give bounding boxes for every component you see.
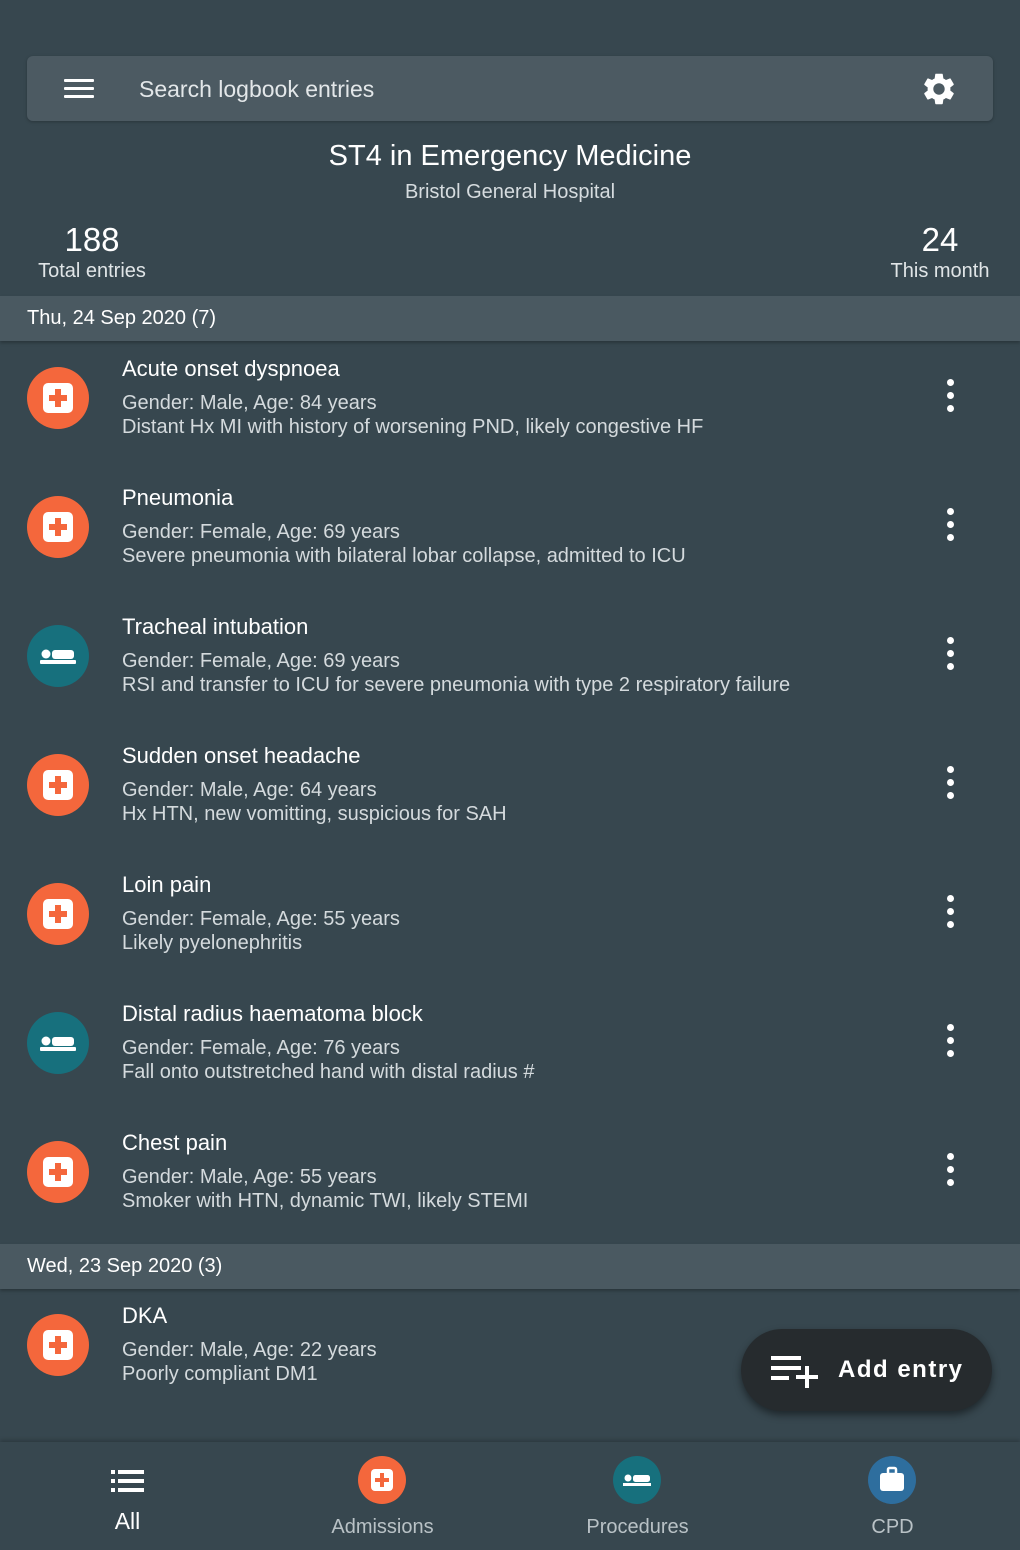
entry-title: DKA [122,1303,168,1328]
logbook-screen: ST4 in Emergency Medicine Bristol Genera… [0,0,1020,1550]
entry-notes: Distant Hx MI with history of worsening … [122,416,704,438]
more-options-icon[interactable] [936,893,966,933]
admission-icon [27,1141,89,1203]
nav-tab-all[interactable]: All [0,1442,255,1550]
entry-patient-info: Gender: Male, Age: 84 years [122,392,377,414]
entry-notes: Fall onto outstretched hand with distal … [122,1061,535,1083]
entry-title: Loin pain [122,872,212,897]
entry-title: Acute onset dyspnoea [122,356,340,381]
date-header-label: Wed, 23 Sep 2020 (3) [27,1255,223,1277]
admission-icon [27,496,89,558]
more-options-icon[interactable] [936,764,966,804]
list-item[interactable]: Chest pain Gender: Male, Age: 55 years S… [0,1115,1020,1244]
bed-icon [27,1012,89,1074]
admission-icon [27,367,89,429]
entry-notes: RSI and transfer to ICU for severe pneum… [122,674,791,696]
gear-icon[interactable] [920,70,958,108]
entry-patient-info: Gender: Female, Age: 69 years [122,650,400,672]
entry-title: Sudden onset headache [122,743,361,768]
page-title: ST4 in Emergency Medicine [328,140,692,172]
entry-patient-info: Gender: Female, Age: 55 years [122,908,400,930]
list-item[interactable]: Pneumonia Gender: Female, Age: 69 years … [0,470,1020,599]
entry-title: Chest pain [122,1130,228,1155]
list-icon [111,1470,144,1492]
entry-notes: Hx HTN, new vomitting, suspicious for SA… [122,803,507,825]
add-entry-label: Add entry [838,1356,964,1383]
nav-label-procedures: Procedures [586,1516,689,1538]
entry-title: Tracheal intubation [122,614,309,639]
more-options-icon[interactable] [936,1151,966,1191]
more-options-icon[interactable] [936,506,966,546]
entry-title: Distal radius haematoma block [122,1001,423,1026]
search-bar [27,56,993,121]
nav-tab-admissions[interactable]: Admissions [255,1442,510,1550]
bottom-navigation: All Admissions Procedures CPD [0,1442,1020,1550]
list-item[interactable]: Loin pain Gender: Female, Age: 55 years … [0,857,1020,986]
nav-label-admissions: Admissions [331,1516,434,1538]
more-options-icon[interactable] [936,377,966,417]
entry-notes: Smoker with HTN, dynamic TWI, likely STE… [122,1190,529,1212]
admission-icon [27,754,89,816]
date-header: Thu, 24 Sep 2020 (7) [0,296,1020,341]
more-options-icon[interactable] [936,635,966,675]
entry-patient-info: Gender: Male, Age: 22 years [122,1339,377,1361]
entry-notes: Poorly compliant DM1 [122,1363,318,1385]
nav-tab-cpd[interactable]: CPD [765,1442,1020,1550]
entry-patient-info: Gender: Female, Age: 69 years [122,521,400,543]
total-entries-count: 188 [64,221,120,258]
this-month-label: This month [890,260,990,282]
entry-patient-info: Gender: Male, Age: 64 years [122,779,377,801]
list-item[interactable]: Sudden onset headache Gender: Male, Age:… [0,728,1020,857]
search-input[interactable] [139,70,899,108]
admission-icon [27,883,89,945]
list-item[interactable]: Tracheal intubation Gender: Female, Age:… [0,599,1020,728]
bed-icon [613,1456,661,1504]
admission-icon [358,1456,406,1504]
this-month-count: 24 [921,221,959,258]
menu-icon[interactable] [62,76,96,102]
entry-title: Pneumonia [122,485,234,510]
bed-icon [27,625,89,687]
nav-label-all: All [114,1508,141,1534]
nav-label-cpd: CPD [871,1516,914,1538]
total-entries-stat: 188 Total entries [27,220,157,282]
entry-notes: Likely pyelonephritis [122,932,303,954]
add-entry-button[interactable]: Add entry [741,1329,992,1411]
date-header: Wed, 23 Sep 2020 (3) [0,1244,1020,1289]
total-entries-label: Total entries [38,260,146,282]
entry-patient-info: Gender: Female, Age: 76 years [122,1037,400,1059]
date-header-label: Thu, 24 Sep 2020 (7) [27,307,217,329]
list-item[interactable]: Acute onset dyspnoea Gender: Male, Age: … [0,341,1020,470]
nav-tab-procedures[interactable]: Procedures [510,1442,765,1550]
more-options-icon[interactable] [936,1022,966,1062]
entry-notes: Severe pneumonia with bilateral lobar co… [122,545,686,567]
entry-patient-info: Gender: Male, Age: 55 years [122,1166,377,1188]
admission-icon [27,1314,89,1376]
this-month-stat: 24 This month [880,220,1000,282]
playlist-add-icon [771,1356,818,1388]
briefcase-icon [868,1456,916,1504]
hospital-subtitle: Bristol General Hospital [404,181,616,203]
list-item[interactable]: Distal radius haematoma block Gender: Fe… [0,986,1020,1115]
